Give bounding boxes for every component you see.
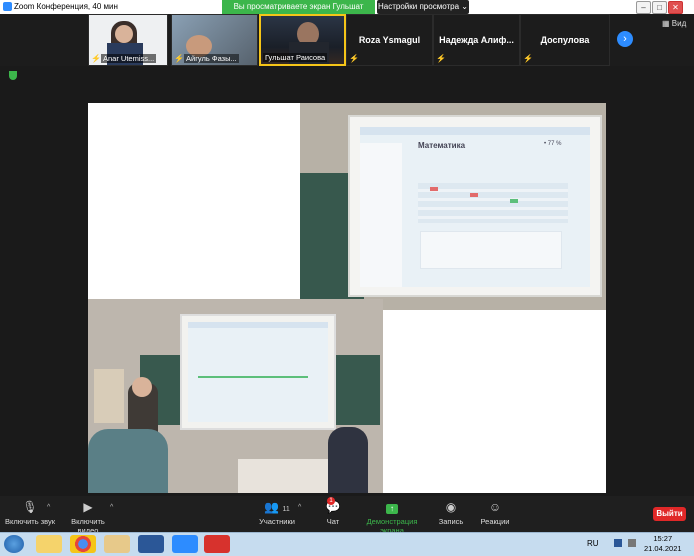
participant-tile[interactable]: Roza Ysmagul ⚡ xyxy=(346,14,433,66)
classroom-photo-bottom xyxy=(88,299,383,493)
participants-button[interactable]: 👥 11 Участники xyxy=(258,500,296,526)
folder-taskbar-icon[interactable] xyxy=(104,535,130,553)
share-screen-button[interactable]: ↑ Демонстрация экрана xyxy=(356,500,428,535)
participant-tile[interactable]: ⚡ Anar Utemiss... xyxy=(88,14,168,66)
slide-sidebar xyxy=(360,143,402,287)
browser-bar xyxy=(188,322,328,328)
seated-person xyxy=(88,429,168,493)
windows-taskbar: RU 15:27 21.04.2021 xyxy=(0,532,694,556)
slide-percent: • 77 % xyxy=(544,141,562,147)
wall-poster xyxy=(94,369,124,423)
system-clock[interactable]: 15:27 21.04.2021 xyxy=(644,534,682,554)
word-taskbar-icon[interactable] xyxy=(138,535,164,553)
audio-options-caret[interactable]: ^ xyxy=(47,504,50,511)
chat-icon: 💬 1 xyxy=(325,497,341,514)
grid-icon: ▦ xyxy=(662,19,670,28)
muted-mic-icon: ⚡ xyxy=(174,54,184,63)
volume-icon[interactable] xyxy=(628,539,636,547)
chat-button[interactable]: 💬 1 Чат xyxy=(320,497,346,526)
muted-mic-icon: ⚡ xyxy=(91,54,101,63)
projected-slide: Математика • 77 % xyxy=(360,127,590,287)
participant-name: Anar Utemiss... xyxy=(101,54,157,63)
window-title: Zoom Конференция, 40 мин xyxy=(14,2,118,11)
slide-chart-area xyxy=(420,231,562,269)
classroom-photo-top: Математика • 77 % xyxy=(300,103,606,310)
start-button[interactable] xyxy=(4,535,24,553)
clock-time: 15:27 xyxy=(653,534,673,543)
zoom-logo-icon xyxy=(3,2,12,11)
participant-tile-active[interactable]: Гульшат Раисова xyxy=(259,14,346,66)
slide-heading: Математика xyxy=(418,141,466,150)
desk xyxy=(238,459,338,493)
chrome-taskbar-icon[interactable] xyxy=(70,535,96,553)
window-titlebar: Zoom Конференция, 40 мин Вы просматривае… xyxy=(0,0,694,25)
seated-person xyxy=(328,427,368,493)
participant-strip: ⚡ Anar Utemiss... ⚡ Айгуль Фазы... Гульш… xyxy=(0,14,694,66)
share-screen-icon: ↑ xyxy=(356,500,428,514)
chat-label: Чат xyxy=(326,517,340,526)
minimize-button[interactable]: – xyxy=(636,1,651,14)
participant-name: Надежда Алиф... xyxy=(439,35,514,45)
muted-mic-icon: ⚡ xyxy=(523,54,533,63)
participants-count: 11 xyxy=(282,506,290,513)
participant-tile[interactable]: Надежда Алиф... ⚡ xyxy=(433,14,520,66)
reactions-icon: ☺ xyxy=(488,500,502,514)
blank-area xyxy=(383,310,606,493)
participant-tile[interactable]: ⚡ Айгуль Фазы... xyxy=(171,14,258,66)
browser-bar xyxy=(360,127,590,135)
participants-label: Участники xyxy=(259,517,295,526)
muted-mic-icon: ⚡ xyxy=(349,54,359,63)
video-off-icon: ▶ xyxy=(83,500,93,514)
security-shield-icon[interactable] xyxy=(9,71,17,80)
red-cell xyxy=(470,193,478,197)
participant-name: Айгуль Фазы... xyxy=(184,54,239,63)
participants-icon: 👥 11 xyxy=(264,500,290,514)
shared-screen: Математика • 77 % xyxy=(88,103,606,493)
unmute-label: Включить звук xyxy=(4,517,56,526)
participant-name: Доспулова xyxy=(540,35,590,45)
view-label: Вид xyxy=(671,19,687,28)
participant-tile[interactable]: Доспулова ⚡ xyxy=(520,14,610,66)
reactions-button[interactable]: ☺ Реакции xyxy=(478,500,512,526)
record-icon: ◉ xyxy=(445,500,457,514)
participant-name: Гульшат Раисова xyxy=(263,53,328,62)
slide-line xyxy=(198,376,308,378)
chat-badge: 1 xyxy=(327,497,335,505)
record-label: Запись xyxy=(438,517,464,526)
reactions-label: Реакции xyxy=(480,517,510,526)
clock-date: 21.04.2021 xyxy=(644,544,682,553)
tray-icon[interactable] xyxy=(614,539,622,547)
pdf-taskbar-icon[interactable] xyxy=(204,535,230,553)
share-banner: Вы просматриваете экран Гульшат Раисова xyxy=(222,0,375,25)
explorer-taskbar-icon[interactable] xyxy=(36,535,62,553)
blank-area xyxy=(88,103,300,299)
participant-name: Roza Ysmagul xyxy=(358,35,421,45)
participant-face xyxy=(115,25,133,43)
view-options-button[interactable]: Настройки просмотра ⌄ xyxy=(377,0,469,14)
projected-slide xyxy=(188,322,328,422)
slide-table xyxy=(418,183,568,223)
close-button[interactable]: ✕ xyxy=(668,1,683,14)
video-options-caret[interactable]: ^ xyxy=(110,504,113,511)
language-indicator[interactable]: RU xyxy=(587,539,599,548)
projection-screen: Математика • 77 % xyxy=(348,115,602,297)
next-page-button[interactable]: › xyxy=(617,31,633,47)
red-cell xyxy=(430,187,438,191)
start-video-button[interactable]: ▶ Включить видео xyxy=(60,500,116,535)
projection-screen xyxy=(180,314,336,430)
record-button[interactable]: ◉ Запись xyxy=(436,500,466,526)
participants-options-caret[interactable]: ^ xyxy=(298,504,301,511)
muted-mic-icon: ⚡ xyxy=(436,54,446,63)
maximize-button[interactable]: □ xyxy=(652,1,667,14)
zoom-taskbar-icon[interactable] xyxy=(172,535,198,553)
green-cell xyxy=(510,199,518,203)
view-button[interactable]: ▦ Вид xyxy=(662,19,686,28)
meeting-toolbar: 🎙 Включить звук ^ ▶ Включить видео ^ 👥 1… xyxy=(0,496,694,535)
teacher-face xyxy=(132,377,152,397)
leave-button[interactable]: Выйти xyxy=(653,507,686,521)
